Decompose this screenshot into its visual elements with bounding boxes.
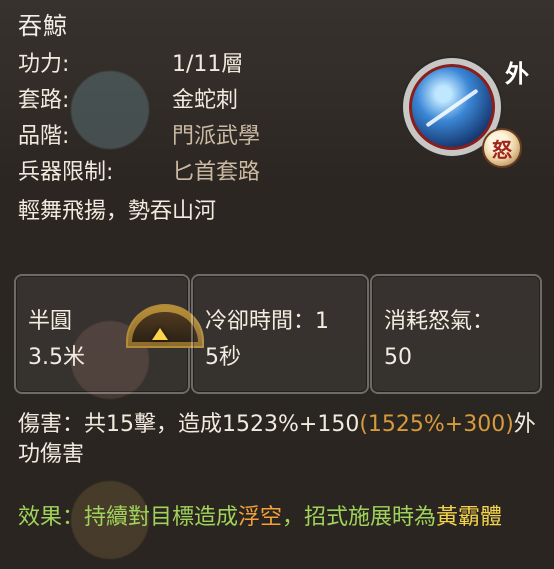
effect-hegemon: 黃霸體 [436,505,503,530]
cooldown-text: 冷卻時間：1 5秒 [205,304,329,376]
style-label: 套路: [18,88,70,113]
rage-cost-label: 消耗怒氣： [384,309,495,334]
damage-description: 傷害：共15擊，造成1523%+150(1525%+300)外功傷害 [18,410,538,470]
cooldown-label: 冷卻時間：1 [205,309,329,334]
damage-prefix: 傷害：共15擊，造成1523%+150 [18,412,360,437]
power-label: 功力: [18,52,70,77]
rage-cost-card: 消耗怒氣： 50 [370,274,542,394]
effect-float: 浮空 [238,505,283,530]
skill-tooltip-panel: 吞鯨 功力: 1/11層 套路: 金蛇刺 品階: 門派武學 兵器限制: 匕首套路… [0,0,554,569]
grade-value: 門派武學 [172,124,261,149]
range-label: 半圓 [28,309,73,334]
rage-cost-text: 消耗怒氣： 50 [384,304,494,376]
effect-prefix: 效果：持續對目標造成 [18,505,239,530]
damage-highlight: (1525%+300) [359,412,514,437]
weapon-value: 匕首套路 [172,160,261,185]
style-value: 金蛇刺 [172,88,239,113]
power-value: 1/11層 [172,52,244,77]
outer-badge: 外 [505,60,529,88]
rage-badge-icon: 怒 [482,128,522,168]
effect-middle: ，招式施展時為 [282,505,437,530]
weapon-label: 兵器限制: [18,160,114,185]
range-value: 3.5米 [28,345,85,370]
range-text: 半圓 3.5米 [28,304,85,376]
rage-cost-value: 50 [384,345,412,370]
range-card: 半圓 3.5米 [14,274,204,394]
skill-name: 吞鯨 [18,12,68,40]
effect-description: 效果：持續對目標造成浮空，招式施展時為黃霸體 [18,503,538,533]
cooldown-value: 5秒 [205,345,241,370]
skill-motto: 輕舞飛揚，勢吞山河 [18,199,217,224]
range-marker-icon [152,328,168,340]
cooldown-card: 冷卻時間：1 5秒 [191,274,369,394]
grade-label: 品階: [18,124,70,149]
